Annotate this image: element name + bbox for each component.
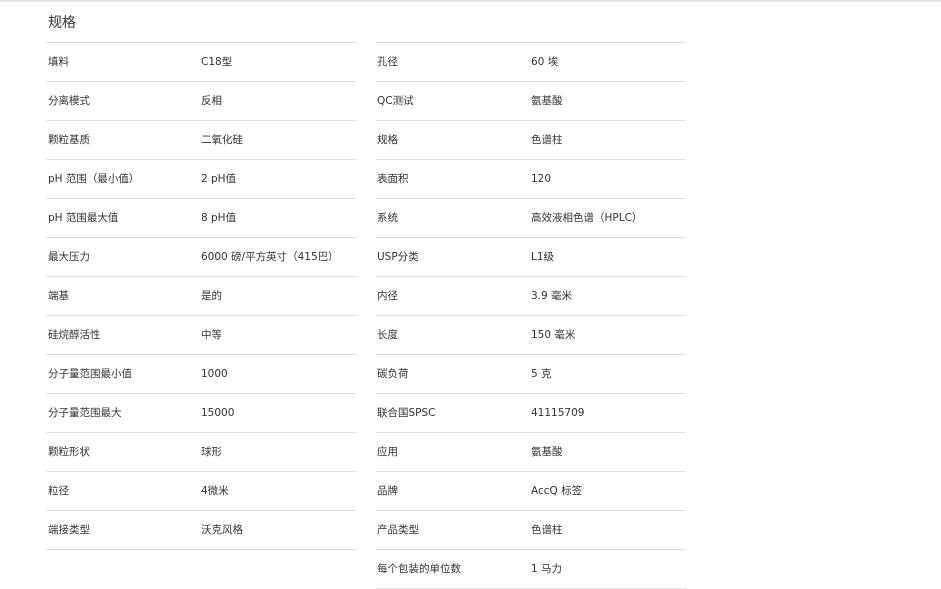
section-title: 规格 <box>48 15 76 31</box>
spec-key: pH 范围最大值 <box>48 212 119 224</box>
spec-row: 填料 C18型 <box>46 43 356 82</box>
spec-value: 4微米 <box>201 485 229 497</box>
spec-row: 长度 150 毫米 <box>376 316 686 355</box>
spec-key: 规格 <box>377 134 398 146</box>
spec-value: 氨基酸 <box>531 446 563 458</box>
spec-key: 表面积 <box>377 173 409 185</box>
spec-row: 端基 是的 <box>46 277 356 316</box>
spec-value: 二氧化硅 <box>201 134 243 146</box>
spec-value: 150 毫米 <box>531 329 576 341</box>
spec-key: 长度 <box>377 329 398 341</box>
spec-value: 色谱柱 <box>531 134 563 146</box>
spec-row: 表面积 120 <box>376 160 686 199</box>
spec-row: 内径 3.9 毫米 <box>376 277 686 316</box>
spec-key: 内径 <box>377 290 398 302</box>
spec-row: 联合国SPSC 41115709 <box>376 394 686 433</box>
spec-key: 颗粒基质 <box>48 134 90 146</box>
spec-row: 碳负荷 5 克 <box>376 355 686 394</box>
spec-value: C18型 <box>201 56 233 68</box>
spec-row: 最大压力 6000 磅/平方英寸（415巴） <box>46 238 356 277</box>
spec-key: QC测试 <box>377 95 414 107</box>
spec-key: 品牌 <box>377 485 398 497</box>
spec-key: 系统 <box>377 212 398 224</box>
spec-value: 8 pH值 <box>201 212 237 224</box>
spec-key: 颗粒形状 <box>48 446 90 458</box>
spec-value: 中等 <box>201 329 222 341</box>
spec-value: 色谱柱 <box>531 524 563 536</box>
top-divider <box>0 0 941 2</box>
spec-value: 2 pH值 <box>201 173 237 185</box>
spec-key: 端基 <box>48 290 69 302</box>
spec-row: 应用 氨基酸 <box>376 433 686 472</box>
spec-value: 沃克风格 <box>201 524 243 536</box>
spec-key: 联合国SPSC <box>377 407 436 419</box>
spec-key: USP分类 <box>377 251 419 263</box>
spec-value: 5 克 <box>531 368 552 380</box>
spec-row: 孔径 60 埃 <box>376 43 686 82</box>
spec-key: pH 范围（最小值） <box>48 173 140 185</box>
spec-row: 品牌 AccQ 标签 <box>376 472 686 511</box>
spec-row: 分子量范围最大 15000 <box>46 394 356 433</box>
spec-key: 应用 <box>377 446 398 458</box>
spec-key: 产品类型 <box>377 524 419 536</box>
spec-key: 最大压力 <box>48 251 90 263</box>
spec-value: 反相 <box>201 95 222 107</box>
spec-value: 是的 <box>201 290 222 302</box>
spec-key: 端接类型 <box>48 524 90 536</box>
spec-value: 高效液相色谱（HPLC） <box>531 212 643 224</box>
spec-value: AccQ 标签 <box>531 485 583 497</box>
spec-value: 6000 磅/平方英寸（415巴） <box>201 251 339 263</box>
spec-row: 规格 色谱柱 <box>376 121 686 160</box>
spec-row: 系统 高效液相色谱（HPLC） <box>376 199 686 238</box>
spec-row: pH 范围（最小值） 2 pH值 <box>46 160 356 199</box>
spec-key: 每个包装的单位数 <box>377 563 461 575</box>
spec-value: 3.9 毫米 <box>531 290 573 302</box>
spec-value: 1000 <box>201 368 228 380</box>
spec-row: 每个包装的单位数 1 马力 <box>376 550 686 589</box>
spec-row: QC测试 氨基酸 <box>376 82 686 121</box>
spec-key: 硅烷醇活性 <box>48 329 101 341</box>
spec-value: 氨基酸 <box>531 95 563 107</box>
spec-row: pH 范围最大值 8 pH值 <box>46 199 356 238</box>
spec-key: 碳负荷 <box>377 368 409 380</box>
spec-value: 120 <box>531 173 552 185</box>
spec-value: 球形 <box>201 446 222 458</box>
spec-value: 60 埃 <box>531 56 559 68</box>
spec-key: 粒径 <box>48 485 69 497</box>
spec-row: 分子量范围最小值 1000 <box>46 355 356 394</box>
spec-key: 分子量范围最小值 <box>48 368 132 380</box>
spec-row: 粒径 4微米 <box>46 472 356 511</box>
spec-key: 填料 <box>48 56 69 68</box>
spec-table-left: 填料 C18型 分离模式 反相 颗粒基质 二氧化硅 pH 范围（最小值） 2 pH值 p… <box>46 42 356 550</box>
spec-value: 41115709 <box>531 407 585 419</box>
spec-key: 分离模式 <box>48 95 90 107</box>
spec-row: 硅烷醇活性 中等 <box>46 316 356 355</box>
spec-key: 孔径 <box>377 56 398 68</box>
spec-row: USP分类 L1级 <box>376 238 686 277</box>
spec-row: 分离模式 反相 <box>46 82 356 121</box>
spec-row: 颗粒形状 球形 <box>46 433 356 472</box>
spec-value: 1 马力 <box>531 563 563 575</box>
spec-key: 分子量范围最大 <box>48 407 122 419</box>
spec-row: 颗粒基质 二氧化硅 <box>46 121 356 160</box>
spec-value: 15000 <box>201 407 235 419</box>
spec-row: 产品类型 色谱柱 <box>376 511 686 550</box>
spec-row: 端接类型 沃克风格 <box>46 511 356 550</box>
spec-table-right: 孔径 60 埃 QC测试 氨基酸 规格 色谱柱 表面积 120 系统 高效液相色谱（HPL… <box>376 42 686 589</box>
spec-value: L1级 <box>531 251 555 263</box>
